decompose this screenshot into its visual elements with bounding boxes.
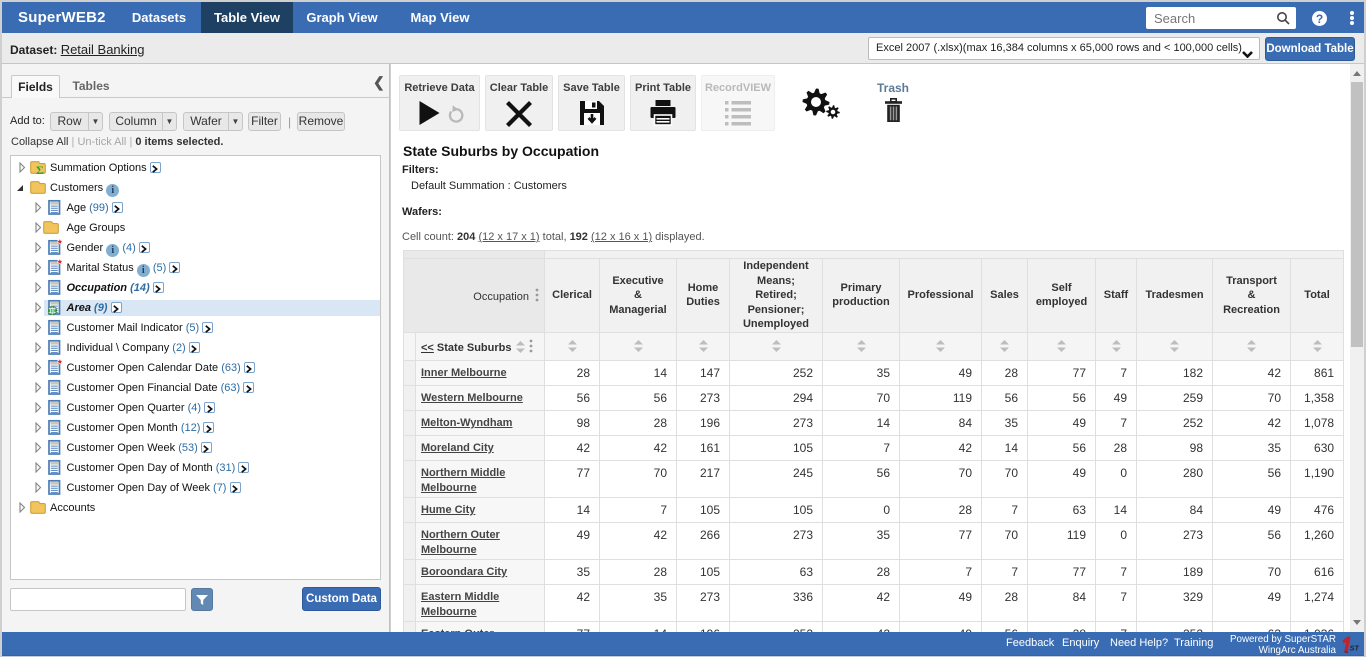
- svg-text:ST: ST: [1350, 644, 1360, 653]
- svg-text:Σ: Σ: [36, 163, 44, 174]
